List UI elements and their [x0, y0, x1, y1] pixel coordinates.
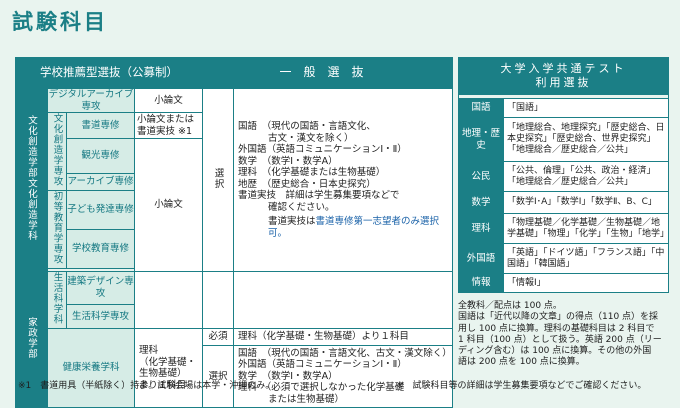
- hissu-label: 必須: [202, 328, 235, 346]
- ippan-subjects: 国語 （現代の国語・言語文化、 古文・漢文を除く） 外国語（英語コミュニケーショ…: [233, 88, 454, 272]
- archive-course: アーカイブ専修: [66, 173, 135, 191]
- header-ippan: 一般選抜: [202, 57, 454, 89]
- kasei-subjects: 国語 （現代の国語・言語文化、古文・漢文除く） 外国語（英語コミュニケーションⅠ…: [233, 344, 454, 408]
- footnote-details: ※ 試験科目等の詳細は学生募集要項などでご確認ください。: [396, 381, 647, 391]
- rika-label: 理科: [458, 213, 504, 244]
- kasei-sentaku-label: 選択: [202, 344, 235, 408]
- suisen-rika: 理科 （化学基礎・ 生物基礎） より１科目: [133, 328, 204, 408]
- shoto-kyoiku-major: 初等教育学専攻: [47, 190, 67, 269]
- shodo-course: 書道専修: [66, 112, 135, 139]
- footnote-shodo: ※1 書道用具（半紙除く）持参。試験会場は本学・沖縄のみ。: [18, 381, 275, 391]
- ippan-sentaku-label: 選択: [202, 88, 235, 272]
- komin-label: 公民: [458, 161, 504, 192]
- kyotsu-header: 大学入学共通テスト 利用選抜: [458, 57, 669, 95]
- chireki-value: 「地理総合、地理探究」「歴史総合、日本史探究」「歴史総合、世界史探究」「地理総合…: [503, 117, 669, 162]
- kanko-course: 観光専修: [66, 138, 135, 174]
- dept-bunka-sozo: 文化創造学部文化創造学科: [15, 88, 48, 272]
- hissu-subject: 理科（化学基礎・生物基礎）より１科目: [233, 328, 454, 346]
- main-exam-table: 学校推薦型選抜（公募制） 一般選抜 文化創造学部文化創造学科 デジタルアーカイブ…: [14, 57, 454, 408]
- kyotsu-note: 全教科／配点は 100 点。 国語は「近代以降の文章」の得点（110 点）を採 …: [458, 301, 662, 368]
- joho-value: 「情報Ⅰ」: [503, 273, 669, 293]
- joho-label: 情報: [458, 273, 504, 293]
- rika-value: 「物理基礎／化学基礎／生物基礎／地学基礎」「物理」「化学」「生物」「地学」: [503, 213, 669, 244]
- digital-archive-major: デジタルアーカイブ専攻: [47, 88, 135, 113]
- kodomo-course: 子ども発達専修: [66, 190, 135, 230]
- seikatsu-kagaku-major: 生活科学専攻: [66, 303, 135, 330]
- komin-value: 「公共、倫理」「公共、政治・経済」「地理総合／歴史総合／公共」: [503, 161, 669, 192]
- suisen-shoronbun: 小論文: [133, 138, 204, 272]
- kokugo-label: 国語: [458, 98, 504, 118]
- suisen-digital-subject: 小論文: [133, 88, 204, 113]
- kyotsu-test-table: 大学入学共通テスト 利用選抜 国語 「国語」 地理・歴史 「地理総合、地理探究」…: [458, 57, 669, 293]
- header-suisen: 学校推薦型選抜（公募制）: [14, 57, 204, 89]
- gakko-kyoiku-course: 学校教育専修: [66, 229, 135, 269]
- seikatsu-kagaku-dept: 生活科学科: [47, 271, 67, 329]
- sugaku-label: 数学: [458, 191, 504, 214]
- suisen-shodo-subject: 小論文または 書道実技 ※1: [133, 112, 204, 139]
- chireki-label: 地理・歴史: [458, 117, 504, 162]
- kenko-eiyo-dept: 健康栄養学科: [47, 328, 135, 408]
- kokugo-value: 「国語」: [503, 98, 669, 118]
- kenchiku-design-major: 建築デザイン専攻: [66, 271, 135, 305]
- page-title: 試験科目: [12, 10, 108, 34]
- bunka-sozo-major: 文化創造学専攻: [47, 112, 67, 191]
- gaikokugo-value: 「英語」「ドイツ語」「フランス語」「中国語」「韓国語」: [503, 243, 669, 274]
- gaikokugo-label: 外国語: [458, 243, 504, 274]
- sugaku-value: 「数学Ⅰ･A」「数学Ⅰ」「数学Ⅱ、B、C」: [503, 191, 669, 214]
